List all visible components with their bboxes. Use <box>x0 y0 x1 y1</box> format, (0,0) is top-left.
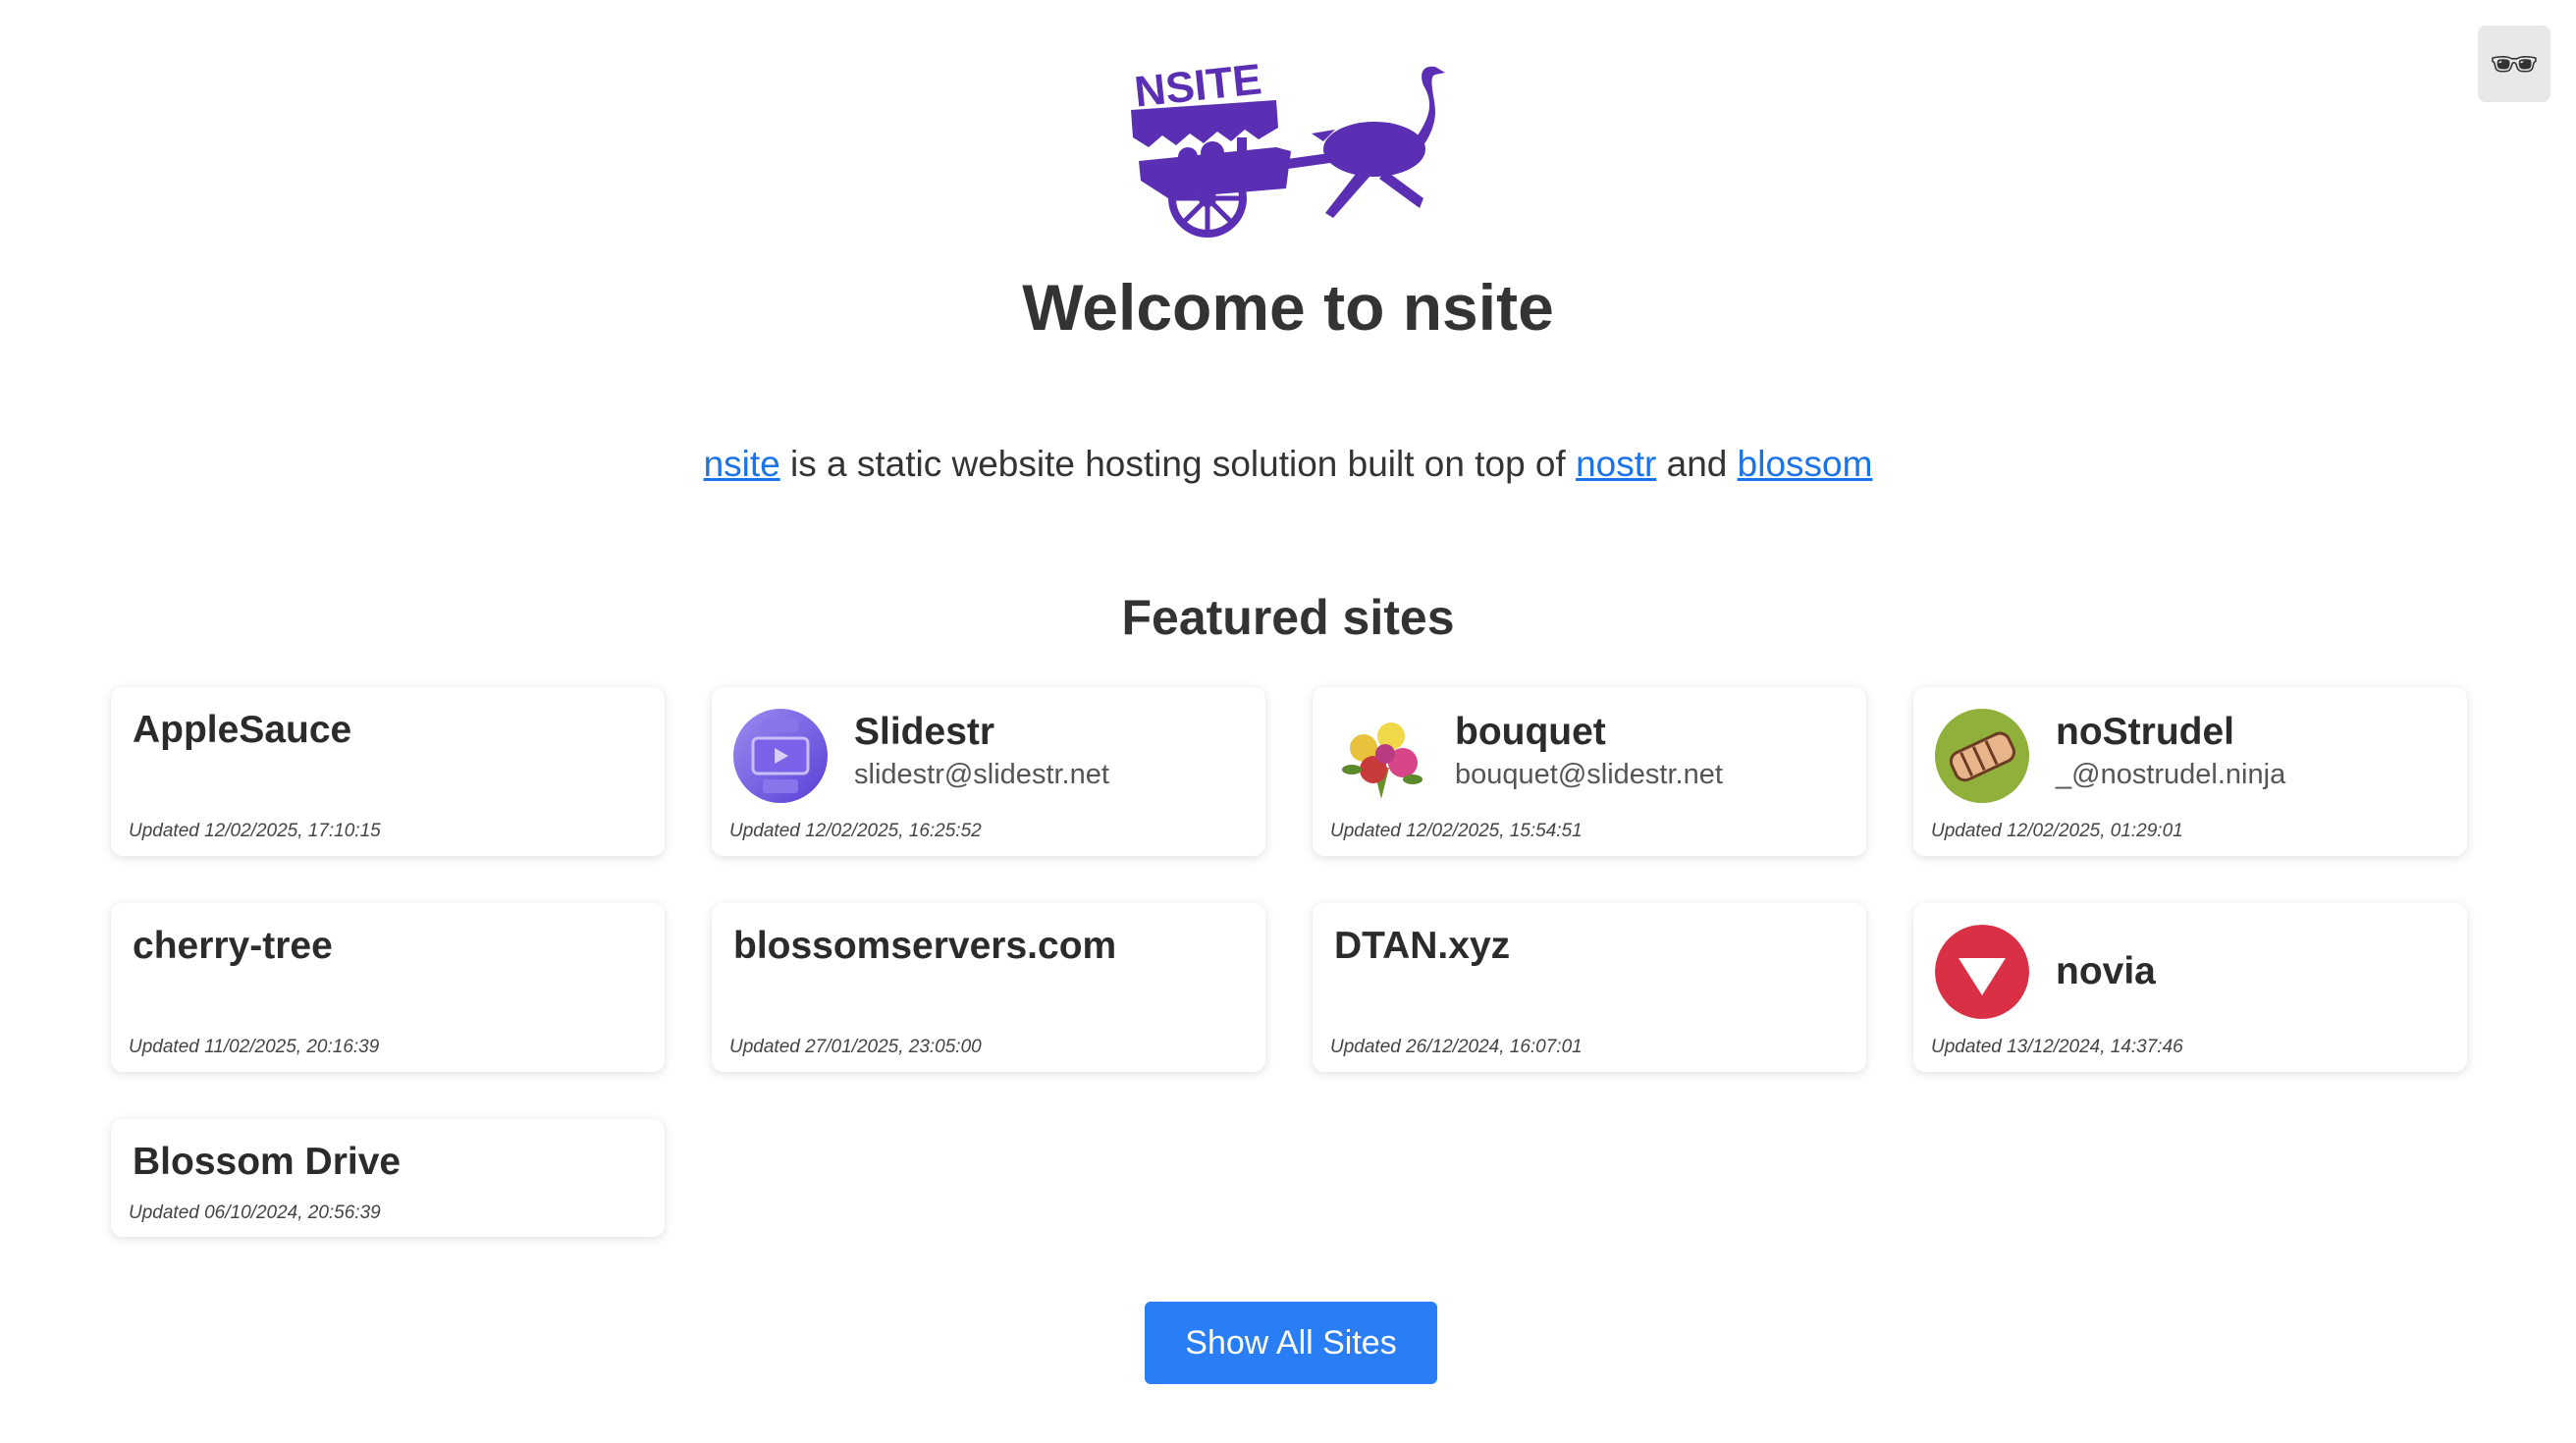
nsite-link[interactable]: nsite <box>704 444 780 484</box>
site-address: _@nostrudel.ninja <box>2056 759 2286 790</box>
site-card-dtan[interactable]: DTAN.xyz Updated 26/12/2024, 16:07:01 <box>1313 903 1866 1072</box>
intro-text-middle: is a static website hosting solution bui… <box>779 444 1577 484</box>
site-updated: Updated 12/02/2025, 15:54:51 <box>1330 821 1583 841</box>
site-updated: Updated 12/02/2025, 01:29:01 <box>1931 821 2183 841</box>
site-card-blossom-drive[interactable]: Blossom Drive Updated 06/10/2024, 20:56:… <box>111 1119 665 1237</box>
site-updated: Updated 11/02/2025, 20:16:39 <box>129 1037 380 1057</box>
site-name: Slidestr <box>854 711 995 753</box>
site-name: noStrudel <box>2056 711 2234 753</box>
featured-sites-heading: Featured sites <box>1121 590 1455 645</box>
site-card-bouquet[interactable]: bouquet bouquet@slidestr.net Updated 12/… <box>1313 687 1866 856</box>
site-updated: Updated 26/12/2024, 16:07:01 <box>1330 1037 1583 1057</box>
site-address: slidestr@slidestr.net <box>854 759 1109 790</box>
site-updated: Updated 13/12/2024, 14:37:46 <box>1931 1037 2183 1057</box>
nostr-link[interactable]: nostr <box>1576 444 1656 484</box>
site-updated: Updated 12/02/2025, 16:25:52 <box>729 821 982 841</box>
sunglasses-icon: 🕶 <box>2489 42 2540 86</box>
login-button[interactable]: 🕶 <box>2478 26 2550 102</box>
site-updated: Updated 12/02/2025, 17:10:15 <box>129 821 381 841</box>
site-name: DTAN.xyz <box>1334 925 1511 967</box>
intro-text: nsite is a static website hosting soluti… <box>0 444 2576 485</box>
show-all-sites-button[interactable]: Show All Sites <box>1145 1302 1437 1384</box>
site-card-cherry-tree[interactable]: cherry-tree Updated 11/02/2025, 20:16:39 <box>111 903 665 1072</box>
site-name: cherry-tree <box>133 925 333 967</box>
site-card-novia[interactable]: novia Updated 13/12/2024, 14:37:46 <box>1913 903 2467 1072</box>
site-card-blossomservers[interactable]: blossomservers.com Updated 27/01/2025, 2… <box>712 903 1265 1072</box>
slidestr-icon <box>733 709 828 803</box>
strudel-icon <box>1935 709 2029 803</box>
site-updated: Updated 06/10/2024, 20:56:39 <box>129 1202 381 1223</box>
bouquet-icon <box>1334 709 1428 803</box>
site-updated: Updated 27/01/2025, 23:05:00 <box>729 1037 982 1057</box>
intro-text-and: and <box>1656 444 1738 484</box>
site-card-nostrudel[interactable]: noStrudel _@nostrudel.ninja Updated 12/0… <box>1913 687 2467 856</box>
site-name: bouquet <box>1455 711 1606 753</box>
site-card-applesauce[interactable]: AppleSauce Updated 12/02/2025, 17:10:15 <box>111 687 665 856</box>
site-address: bouquet@slidestr.net <box>1455 759 1723 790</box>
site-name: novia <box>2056 950 2156 992</box>
novia-icon <box>1935 925 2029 1019</box>
site-name: AppleSauce <box>133 709 352 751</box>
blossom-link[interactable]: blossom <box>1738 444 1873 484</box>
site-card-slidestr[interactable]: Slidestr slidestr@slidestr.net Updated 1… <box>712 687 1265 856</box>
site-name: Blossom Drive <box>133 1141 402 1183</box>
page-title: Welcome to nsite <box>1022 271 1554 344</box>
nsite-logo: NSITE <box>1131 55 1445 238</box>
site-name: blossomservers.com <box>733 925 1117 967</box>
